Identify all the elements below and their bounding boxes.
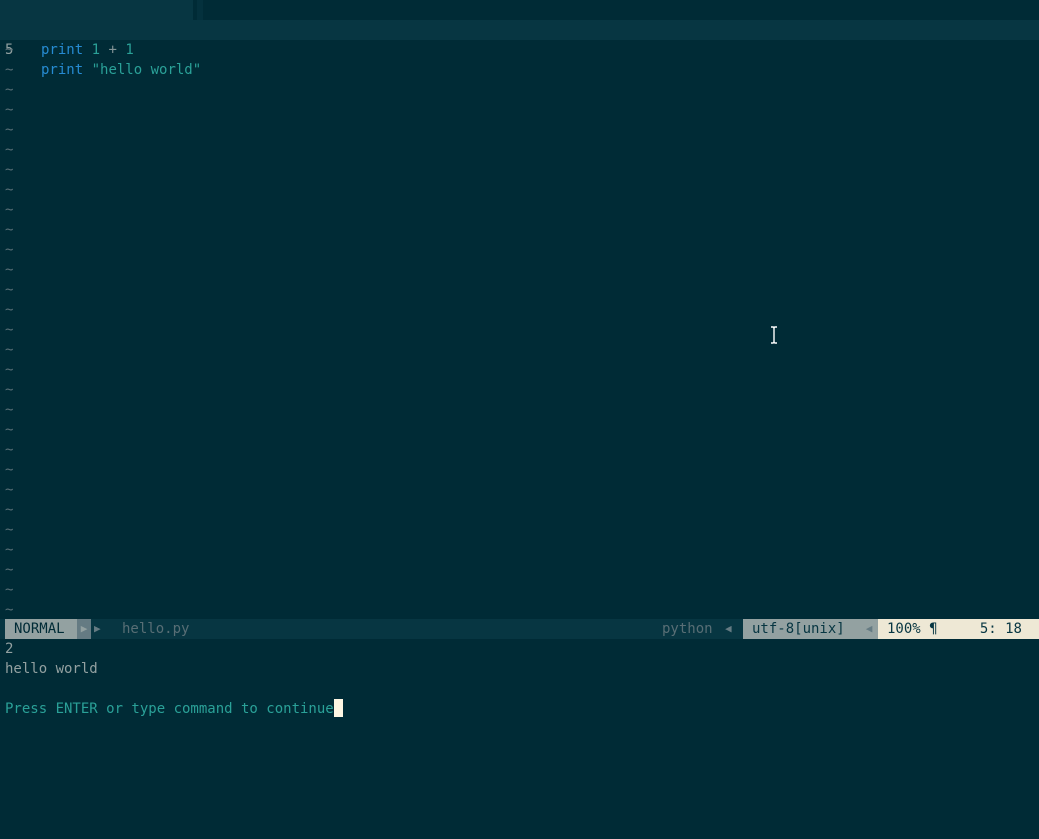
tilde-marker: ~ xyxy=(5,142,14,158)
status-line: NORMAL ▶ ▶ hello.py python ◀ utf-8[unix]… xyxy=(0,619,1039,639)
keyword: print xyxy=(41,62,84,78)
tilde-marker: ~ xyxy=(5,482,14,498)
tilde-marker: ~ xyxy=(5,262,14,278)
tilde-marker: ~ xyxy=(5,542,14,558)
code-text: print 1 + 1 xyxy=(41,40,134,60)
separator-arrow-left-icon: ◀ xyxy=(725,622,732,635)
tilde-marker: ~ xyxy=(5,282,14,298)
filename: hello.py xyxy=(122,621,190,637)
keyword: print xyxy=(41,42,84,58)
continue-prompt: Press ENTER or type command to continue xyxy=(5,701,334,717)
tilde-marker: ~ xyxy=(5,582,14,598)
tilde-marker: ~ xyxy=(5,522,14,538)
tilde-marker: ~ xyxy=(5,182,14,198)
tilde-marker: ~ xyxy=(5,602,14,618)
tilde-marker: ~ xyxy=(5,442,14,458)
tilde-marker: ~ xyxy=(5,62,14,78)
tilde-marker: ~ xyxy=(5,42,14,58)
filetype: python xyxy=(662,621,713,637)
tilde-marker: ~ xyxy=(5,102,14,118)
file-encoding: utf-8[unix] xyxy=(743,619,860,639)
mode-indicator: NORMAL xyxy=(5,619,81,639)
tilde-marker: ~ xyxy=(5,122,14,138)
separator-arrow-right-icon: ▶ xyxy=(77,619,91,639)
tilde-marker: ~ xyxy=(5,502,14,518)
tilde-marker: ~ xyxy=(5,402,14,418)
code-text: print "hello world" xyxy=(41,60,201,80)
scroll-percent-text: 100% ¶ xyxy=(887,621,938,637)
command-line[interactable]: Press ENTER or type command to continue xyxy=(5,699,343,719)
text-cursor xyxy=(333,699,343,717)
tilde-marker: ~ xyxy=(5,302,14,318)
tilde-marker: ~ xyxy=(5,202,14,218)
number-literal: 1 xyxy=(91,42,101,58)
editor-area[interactable]: 1 print 1 + 1 5 print "hello world" ~ ~ ~ ~… xyxy=(0,0,1039,619)
tilde-marker: ~ xyxy=(5,82,14,98)
ibeam-cursor-icon xyxy=(771,326,777,344)
tilde-marker: ~ xyxy=(5,222,14,238)
code-line-current[interactable]: 5 print "hello world" xyxy=(0,20,1039,78)
output-line: 2 xyxy=(5,641,14,657)
output-line: hello world xyxy=(5,661,98,677)
tilde-marker: ~ xyxy=(5,382,14,398)
tilde-marker: ~ xyxy=(5,242,14,258)
operator: + xyxy=(108,42,117,58)
tilde-marker: ~ xyxy=(5,562,14,578)
tilde-marker: ~ xyxy=(5,162,14,178)
number-literal: 1 xyxy=(125,42,134,58)
tilde-marker: ~ xyxy=(5,362,14,378)
string-literal: "hello world" xyxy=(91,62,202,78)
tilde-marker: ~ xyxy=(5,422,14,438)
separator-arrow-left-icon: ◀ xyxy=(860,619,878,639)
cursor-position: 5: 18 xyxy=(979,621,1022,637)
code-line-1[interactable]: 1 print 1 + 1 xyxy=(0,0,1039,58)
tilde-marker: ~ xyxy=(5,462,14,478)
tilde-marker: ~ xyxy=(5,342,14,358)
tilde-marker: ~ xyxy=(5,322,14,338)
separator-arrow-right-icon: ▶ xyxy=(94,622,101,635)
